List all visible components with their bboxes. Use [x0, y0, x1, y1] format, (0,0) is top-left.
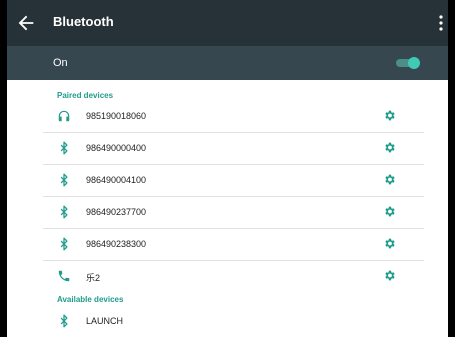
paired-device-row[interactable]: 986490004100 [43, 165, 424, 197]
paired-device-row[interactable]: 985190018060 [43, 101, 424, 133]
screen-bezel-right [448, 0, 455, 337]
paired-device-row[interactable]: 乐2 [43, 261, 424, 292]
device-name: 986490237700 [86, 207, 147, 217]
paired-device-row[interactable]: 986490237700 [43, 197, 424, 229]
page-title: Bluetooth [53, 14, 114, 29]
device-name: 986490238300 [86, 239, 147, 249]
screen-bezel-left [0, 0, 7, 337]
available-devices-heading: Available devices [57, 295, 124, 304]
app-bar: Bluetooth [7, 0, 448, 46]
paired-device-row[interactable]: 986490238300 [43, 229, 424, 261]
device-name: 985190018060 [86, 111, 147, 121]
headphones-icon [58, 110, 70, 122]
paired-device-row[interactable]: 986490000400 [43, 133, 424, 165]
device-name: 986490004100 [86, 175, 147, 185]
bluetooth-icon [60, 205, 68, 219]
settings-gear-icon[interactable] [383, 205, 396, 218]
bluetooth-master-switch-bar[interactable]: On [7, 46, 448, 80]
paired-devices-list: 985190018060 986490000400 986490004100 9… [43, 101, 424, 292]
settings-gear-icon[interactable] [383, 269, 396, 282]
bluetooth-toggle[interactable] [396, 57, 420, 69]
bluetooth-settings-screen: Bluetooth On Paired devices 985190018060 [0, 0, 455, 337]
available-devices-list: LAUNCH [43, 306, 424, 337]
settings-gear-icon[interactable] [383, 109, 396, 122]
device-name: 乐2 [86, 273, 101, 283]
device-name: LAUNCH [86, 316, 124, 326]
toggle-thumb [408, 57, 420, 69]
switch-label: On [53, 57, 68, 69]
bluetooth-icon [60, 314, 68, 328]
available-device-row[interactable]: LAUNCH [43, 306, 424, 337]
paired-devices-heading: Paired devices [57, 91, 114, 100]
bluetooth-icon [60, 173, 68, 187]
settings-gear-icon[interactable] [383, 237, 396, 250]
bluetooth-icon [60, 141, 68, 155]
back-arrow-icon[interactable] [15, 12, 37, 34]
settings-gear-icon[interactable] [383, 141, 396, 154]
bluetooth-icon [60, 237, 68, 251]
settings-gear-icon[interactable] [383, 173, 396, 186]
phone-icon [58, 270, 70, 282]
more-options-icon[interactable] [436, 13, 446, 33]
device-name: 986490000400 [86, 143, 147, 153]
